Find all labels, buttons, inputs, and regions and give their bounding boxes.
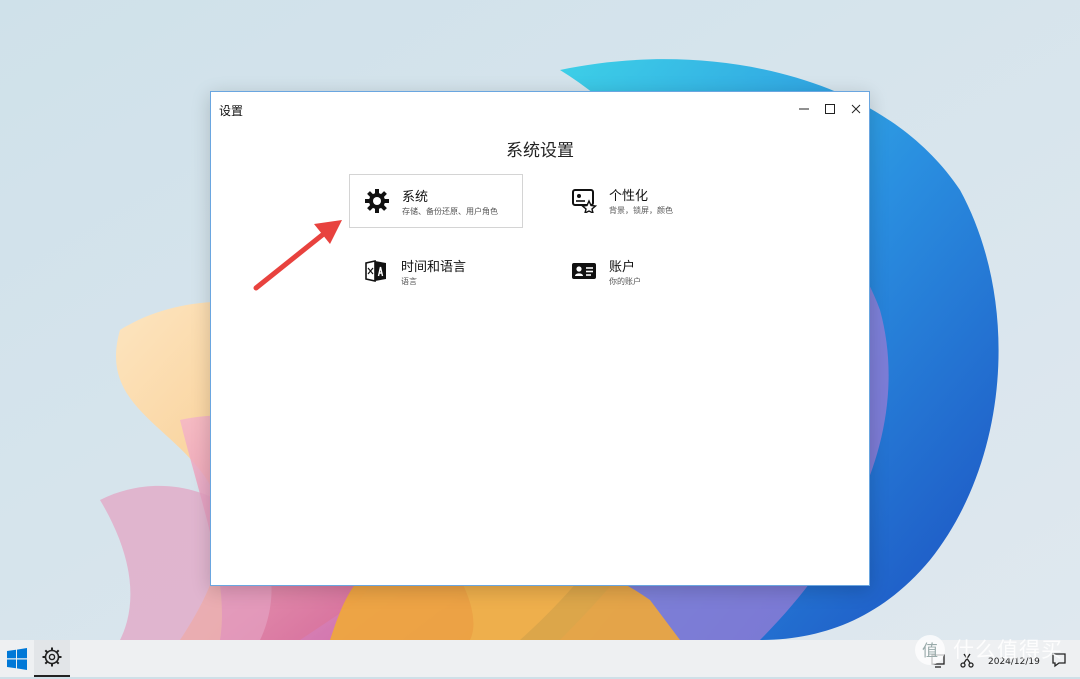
card-description: 你的账户	[609, 277, 641, 286]
account-card-icon	[572, 263, 596, 279]
settings-card-accounts[interactable]: 账户 你的账户	[557, 245, 731, 299]
settings-card-time-language[interactable]: 时间和语言 语言	[349, 245, 523, 299]
close-icon	[851, 104, 861, 114]
page-title: 系统设置	[506, 141, 574, 161]
card-description: 语言	[401, 277, 417, 286]
window-title: 设置	[219, 104, 244, 118]
personalize-icon	[572, 189, 597, 213]
card-title: 个性化	[609, 189, 649, 204]
taskbar-settings-app[interactable]	[34, 640, 70, 677]
card-description: 存储、备份还原、用户角色	[402, 207, 498, 216]
maximize-icon	[825, 104, 835, 114]
card-title: 账户	[609, 260, 636, 275]
settings-card-system[interactable]: 系统 存储、备份还原、用户角色	[349, 174, 523, 228]
gear-icon	[365, 189, 389, 213]
close-button[interactable]	[843, 96, 869, 122]
maximize-button[interactable]	[817, 96, 843, 122]
svg-text:值: 值	[922, 641, 938, 660]
settings-window: 设置 系统设置 系统 存储、备份还原、用户角色 个性化 背景，锁屏，颜色 时间和…	[210, 91, 870, 586]
card-title: 时间和语言	[401, 260, 467, 275]
settings-gear-icon	[42, 647, 62, 667]
windows-logo-icon[interactable]	[3, 645, 31, 673]
minimize-button[interactable]	[791, 96, 817, 122]
window-titlebar[interactable]: 设置	[211, 92, 869, 126]
card-title: 系统	[402, 190, 429, 205]
annotation-arrow	[253, 220, 342, 291]
minimize-icon	[799, 108, 809, 110]
card-description: 背景，锁屏，颜色	[609, 206, 673, 215]
settings-card-personalization[interactable]: 个性化 背景，锁屏，颜色	[557, 174, 731, 228]
watermark-text: 什么值得买	[953, 638, 1063, 662]
language-icon	[365, 260, 386, 282]
